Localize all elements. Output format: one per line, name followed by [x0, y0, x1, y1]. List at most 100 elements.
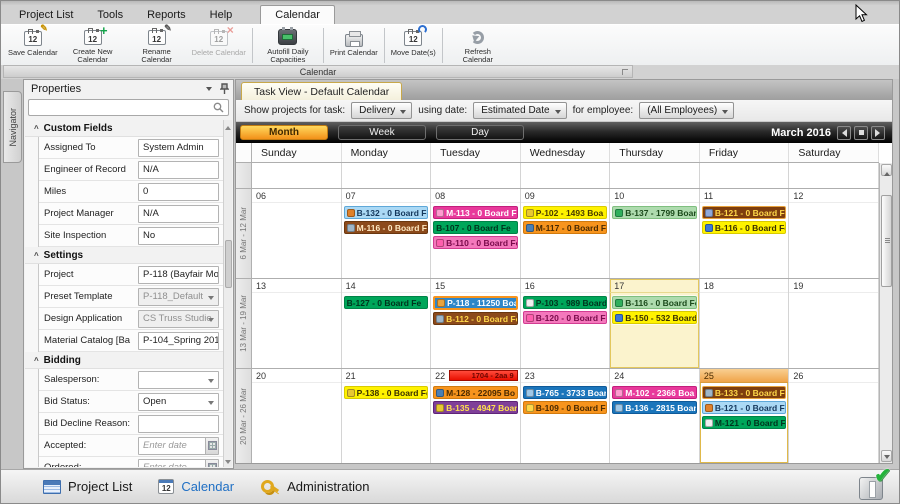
day-cell-07[interactable]: 07 B-132 - 0 Board Fe M-116 - 0 Board F — [341, 189, 432, 278]
section-header-custom-fields[interactable]: ^ Custom Fields — [25, 120, 223, 137]
date-picker-icon[interactable] — [205, 437, 218, 454]
day-cell-15[interactable]: 15 P-118 - 11250 Boa B-112 - 0 Board Fe — [431, 279, 521, 368]
properties-scrollbar[interactable] — [223, 120, 232, 467]
property-value-field[interactable]: N/A — [138, 160, 219, 179]
event-chip[interactable]: B-121 - 0 Board Fe — [701, 206, 787, 219]
today-button[interactable] — [854, 125, 868, 140]
print-calendar-button[interactable]: Print Calendar — [327, 26, 381, 65]
next-month-button[interactable] — [871, 125, 885, 140]
property-value-field[interactable]: CS Truss Studio — [138, 309, 219, 328]
property-value-field[interactable]: 0 — [138, 182, 219, 201]
statusbar-item-administration[interactable]: Administration — [260, 479, 369, 494]
tab-task-view-default-calendar[interactable]: Task View - Default Calendar — [241, 82, 403, 100]
day-cell-16[interactable]: 16 P-103 - 989 Board B-120 - 0 Board Fe — [520, 279, 611, 368]
day-cell-06[interactable]: 06 — [252, 189, 342, 278]
day-cell-25[interactable]: 25 B-133 - 0 Board Fe B-121 - 0 Board Fe M-… — [699, 369, 790, 463]
event-chip[interactable]: B-137 - 1799 Boar — [612, 206, 697, 219]
day-cell-09[interactable]: 09 P-102 - 1493 Boa M-117 - 0 Board F — [520, 189, 611, 278]
scroll-thumb[interactable] — [225, 240, 232, 288]
day-cell-23[interactable]: 23 B-765 - 3733 Boar B-109 - 0 Board Fe — [520, 369, 611, 463]
view-tab-month[interactable]: Month — [240, 125, 328, 140]
event-chip[interactable]: M-128 - 22095 Bo — [433, 386, 518, 399]
day-cell[interactable] — [789, 163, 879, 188]
menu-item-tools[interactable]: Tools — [85, 6, 135, 24]
day-cell-10[interactable]: 10 B-137 - 1799 Boar — [610, 189, 700, 278]
event-chip[interactable]: M-117 - 0 Board F — [522, 221, 608, 234]
event-chip[interactable]: B-132 - 0 Board Fe — [343, 206, 429, 219]
autofill-daily-capacities-button[interactable]: Autofill Daily Capacities — [256, 26, 320, 65]
task-dropdown[interactable]: Delivery — [351, 102, 413, 119]
event-chip[interactable]: B-120 - 0 Board Fe — [522, 311, 608, 324]
scroll-down-icon[interactable] — [881, 450, 892, 462]
day-cell-22[interactable]: 22 1704 - 2aa 9 M-128 - 22095 Bo B-135 - 49… — [431, 369, 521, 463]
date-picker-icon[interactable] — [205, 459, 218, 467]
tray-notification-icon[interactable]: ✔ — [859, 466, 891, 500]
day-cell-24[interactable]: 24 M-102 - 2366 Boa B-136 - 2815 Boar — [610, 369, 700, 463]
event-chip[interactable]: M-102 - 2366 Boa — [612, 386, 697, 399]
day-cell[interactable] — [699, 163, 790, 188]
property-value-field[interactable]: P-118_Default — [138, 287, 219, 306]
event-chip[interactable]: B-116 - 0 Board Fe — [612, 296, 697, 309]
day-cell-14[interactable]: 14 B-127 - 0 Board Fe — [341, 279, 432, 368]
statusbar-item-calendar[interactable]: Calendar — [158, 479, 234, 494]
day-cell[interactable] — [431, 163, 521, 188]
property-value-field[interactable]: Open — [138, 392, 219, 411]
event-chip[interactable]: P-118 - 11250 Boa — [433, 296, 518, 310]
day-cell-08[interactable]: 08 M-113 - 0 Board F B-107 - 0 Board Fe B-1… — [431, 189, 521, 278]
scroll-up-icon[interactable] — [225, 121, 232, 130]
event-chip[interactable]: P-103 - 989 Board — [522, 296, 608, 309]
dialog-launcher-icon[interactable] — [622, 69, 628, 75]
menu-item-help[interactable]: Help — [198, 6, 245, 24]
event-chip[interactable]: B-150 - 532 Board — [612, 311, 697, 324]
event-chip[interactable]: M-121 - 0 Board F — [701, 416, 787, 429]
create-new-calendar-button[interactable]: Create New Calendar — [61, 26, 125, 65]
scroll-down-icon[interactable] — [225, 458, 232, 466]
property-value-field[interactable]: System Admin — [138, 138, 219, 157]
event-chip[interactable]: P-138 - 0 Board Fe — [343, 386, 429, 399]
section-header-settings[interactable]: ^ Settings — [25, 247, 223, 264]
event-chip[interactable]: B-135 - 4947 Boar — [433, 401, 518, 414]
menu-tab-calendar-active[interactable]: Calendar — [260, 5, 335, 24]
menu-item-project-list[interactable]: Project List — [7, 6, 85, 24]
view-tab-day[interactable]: Day — [436, 125, 524, 140]
event-chip[interactable]: B-116 - 0 Board Fe — [701, 221, 787, 234]
day-cell-21[interactable]: 21 P-138 - 0 Board Fe — [341, 369, 432, 463]
event-chip[interactable]: P-102 - 1493 Boa — [522, 206, 608, 219]
properties-search-input[interactable] — [28, 99, 229, 116]
day-cell-26[interactable]: 26 — [789, 369, 879, 463]
day-cell[interactable] — [341, 163, 432, 188]
property-value-field[interactable]: No — [138, 226, 219, 245]
day-cell[interactable] — [252, 163, 342, 188]
event-chip[interactable]: B-127 - 0 Board Fe — [343, 296, 429, 309]
day-cell-20[interactable]: 20 — [252, 369, 342, 463]
property-value-field[interactable]: P-104_Spring 2015 — [138, 331, 219, 350]
property-value-field[interactable] — [138, 370, 219, 389]
day-cell-12[interactable]: 12 — [789, 189, 879, 278]
event-chip[interactable]: B-107 - 0 Board Fe — [433, 221, 518, 234]
property-value-field[interactable]: N/A — [138, 204, 219, 223]
prev-month-button[interactable] — [837, 125, 851, 140]
property-value-field[interactable] — [138, 414, 219, 433]
save-calendar-button[interactable]: Save Calendar — [5, 26, 61, 65]
event-chip[interactable]: B-112 - 0 Board Fe — [433, 312, 518, 325]
pin-icon[interactable] — [220, 83, 229, 95]
property-value-field[interactable]: Enter date — [138, 458, 219, 467]
event-chip[interactable]: B-133 - 0 Board Fe — [701, 386, 787, 399]
section-header-bidding[interactable]: ^ Bidding — [25, 352, 223, 369]
event-chip[interactable]: M-116 - 0 Board F — [343, 221, 429, 234]
property-value-field[interactable]: Enter date — [138, 436, 219, 455]
event-chip[interactable]: B-765 - 3733 Boar — [522, 386, 608, 399]
refresh-calendar-button[interactable]: Refresh Calendar — [446, 26, 510, 65]
day-cell-19[interactable]: 19 — [789, 279, 879, 368]
property-value-field[interactable]: P-118 (Bayfair Model) — [138, 265, 219, 284]
event-chip[interactable]: B-136 - 2815 Boar — [612, 401, 697, 414]
day-cell[interactable] — [610, 163, 700, 188]
event-chip[interactable]: M-113 - 0 Board F — [433, 206, 518, 219]
event-chip[interactable]: B-110 - 0 Board Fe — [433, 236, 518, 249]
menu-item-reports[interactable]: Reports — [135, 6, 198, 24]
navigator-tab[interactable]: Navigator — [3, 91, 22, 163]
scroll-up-icon[interactable] — [881, 164, 892, 176]
day-cell-18[interactable]: 18 — [699, 279, 790, 368]
chevron-down-icon[interactable] — [204, 84, 214, 94]
day-cell[interactable] — [520, 163, 611, 188]
